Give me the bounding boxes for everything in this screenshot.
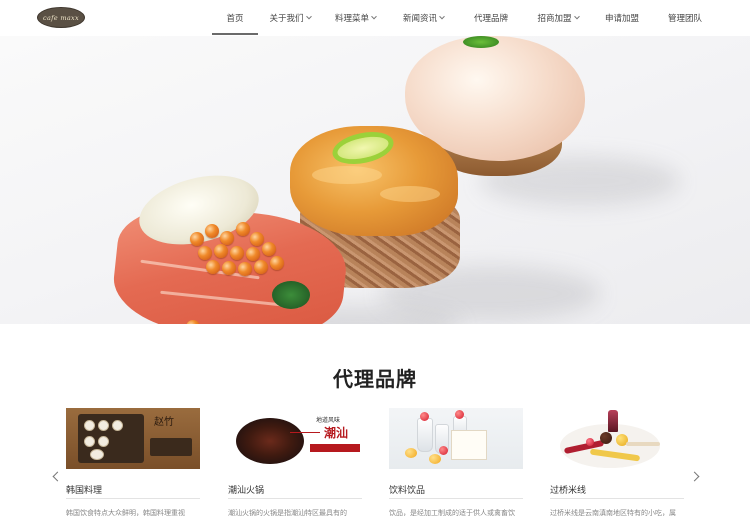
roe [198,246,212,260]
roe [190,232,204,246]
brand-thumbnail[interactable]: 赵竹 [66,408,200,469]
drink-glass [417,418,433,452]
logo-text: cafe maxx [43,13,79,22]
berry [420,412,429,421]
hotpot-plate [236,418,304,464]
card-title[interactable]: 韩国料理 [66,483,102,496]
card-title[interactable]: 过桥米线 [550,483,586,496]
fruit [405,448,417,458]
brand-name-text: 潮汕 [324,426,349,440]
divider [389,498,523,499]
band-text: 潮州牛肉火锅 [312,455,343,461]
herb-garnish [272,281,310,309]
side-dish [98,420,109,431]
card-title[interactable]: 饮料饮品 [389,483,425,496]
brand-card-korean[interactable]: 赵竹 韩国料理 韩国饮食特点大众鲜明，韩国料理重视 [66,408,200,516]
nav-label: 申请加盟 [604,14,639,24]
roe [222,261,236,275]
herb-garnish [463,36,499,48]
side-dish [84,436,95,447]
side-dish [84,420,95,431]
berry [455,410,464,419]
nav-item-apply[interactable]: 申请加盟 [592,0,652,36]
nav-label: 管理团队 [667,14,702,24]
nav-item-team[interactable]: 管理团队 [652,0,718,36]
brand-thumbnail[interactable] [389,408,523,469]
card-description: 韩国饮食特点大众鲜明，韩国料理重视 [66,509,185,516]
divider [550,498,684,499]
menu-card [451,430,487,460]
rice-bowl [90,449,104,460]
calligraphy-text: 赵竹 [154,417,174,428]
nav-label: 首页 [226,14,244,24]
roe [246,247,260,261]
nav-label: 招商加盟 [537,14,572,24]
main-nav: 首页 关于我们 料理菜单 新闻资讯 代理品牌 招商加盟 申请加盟 管理团队 [212,0,718,36]
urchin-highlight [380,186,440,202]
side-dish [98,436,109,447]
section-title: 代理品牌 [333,367,417,391]
divider [228,498,362,499]
card-description: 潮汕火锅的火锅是指潮汕特区最具有的 [228,509,347,516]
nav-item-franchise[interactable]: 招商加盟 [524,0,592,36]
chevron-down-icon [305,13,312,20]
roe [262,242,276,256]
nav-label: 关于我们 [269,14,304,24]
roe [214,244,228,258]
grill-plate [150,438,192,456]
urchin-highlight [312,166,382,184]
roe [230,246,244,260]
logo[interactable]: cafe maxx [37,7,85,28]
card-description: 饮品，是经加工制成的适于供人或禽畜饮 [389,509,515,516]
nav-item-menu[interactable]: 料理菜单 [322,0,389,36]
tagline-text: 地道风味 [316,417,341,424]
divider [290,432,320,433]
roe [250,232,264,246]
hero-banner[interactable] [0,36,750,324]
roe [220,231,234,245]
nav-item-home[interactable]: 首页 [212,0,258,36]
brand-card-chaoshan[interactable]: 地道风味 潮汕 潮州牛肉火锅 潮汕火锅 潮汕火锅的火锅是指潮汕特区最具有的 [228,408,362,516]
brand-card-rice-noodle[interactable]: 过桥米线 过桥米线是云南滇南地区特有的小吃，属 [550,408,684,516]
dessert-tower [608,410,618,432]
chevron-down-icon [573,13,580,20]
roe [205,224,219,238]
chevron-right-icon[interactable] [692,472,701,481]
roe [270,256,284,270]
divider [66,498,200,499]
chevron-down-icon [439,13,445,20]
nav-label: 料理菜单 [334,14,369,24]
side-dish [112,420,123,431]
nav-item-about[interactable]: 关于我们 [258,0,322,36]
chevron-down-icon [371,13,377,20]
roe [236,222,250,236]
chevron-left-icon[interactable] [52,472,61,481]
site-header: cafe maxx 首页 关于我们 料理菜单 新闻资讯 代理品牌 招商加盟 申请… [0,0,750,36]
roe [238,262,252,276]
nav-label: 新闻资讯 [402,14,437,24]
nav-item-brands[interactable]: 代理品牌 [458,0,524,36]
brand-card-drinks[interactable]: 饮料饮品 饮品，是经加工制成的适于供人或禽畜饮 [389,408,523,516]
roe [206,260,220,274]
cream-swirl [626,442,660,446]
nav-item-news[interactable]: 新闻资讯 [389,0,458,36]
chocolate-ball [600,432,612,444]
nav-label: 代理品牌 [473,14,508,24]
brand-thumbnail[interactable] [550,408,684,469]
card-description: 过桥米线是云南滇南地区特有的小吃，属 [550,509,676,516]
card-title[interactable]: 潮汕火锅 [228,483,264,496]
fruit [429,454,441,464]
banner-band: 潮州牛肉火锅 [310,444,360,461]
berry [586,438,594,446]
berry [439,446,448,455]
roe [254,260,268,274]
brand-thumbnail[interactable]: 地道风味 潮汕 潮州牛肉火锅 [228,408,362,469]
